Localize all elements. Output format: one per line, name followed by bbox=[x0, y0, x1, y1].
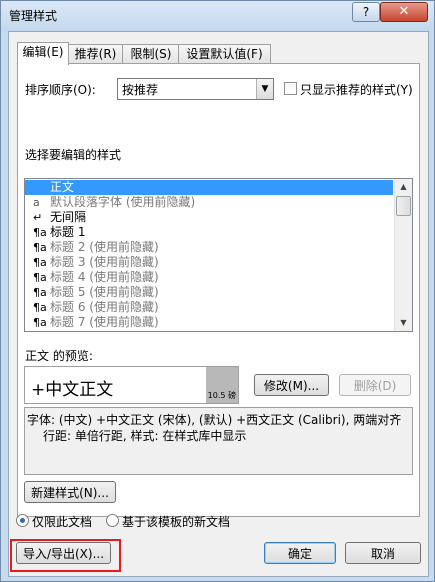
list-item[interactable]: ¶a 标题 6 (使用前隐藏) bbox=[25, 300, 393, 315]
description-line-2: 行距: 单倍行距, 样式: 在样式库中显示 bbox=[43, 429, 247, 443]
list-item[interactable]: a 默认段落字体 (使用前隐藏) bbox=[25, 195, 393, 210]
character-style-icon: a bbox=[33, 196, 40, 209]
close-button[interactable]: ✕ bbox=[380, 2, 428, 22]
paragraph-style-icon: ¶a bbox=[33, 256, 47, 269]
list-item-label: 标题 3 (使用前隐藏) bbox=[50, 255, 159, 269]
style-preview: +中文正文 10.5 磅 bbox=[24, 366, 239, 404]
paragraph-style-icon: ¶a bbox=[33, 301, 47, 314]
title-bar[interactable]: 管理样式 ? ✕ bbox=[1, 1, 434, 31]
scroll-down-icon[interactable]: ▼ bbox=[395, 315, 412, 331]
list-item-label: 标题 5 (使用前隐藏) bbox=[50, 285, 159, 299]
list-item-label: 标题 2 (使用前隐藏) bbox=[50, 240, 159, 254]
cancel-button[interactable]: 取消 bbox=[345, 542, 421, 564]
scroll-up-icon[interactable]: ▲ bbox=[395, 179, 412, 195]
paragraph-style-icon: ¶a bbox=[33, 271, 47, 284]
style-list-label: 选择要编辑的样式 bbox=[25, 148, 122, 162]
tab-recommend[interactable]: 推荐(R) bbox=[67, 44, 124, 64]
only-recommended-checkbox[interactable] bbox=[284, 82, 297, 95]
sort-order-label: 排序顺序(O): bbox=[25, 83, 96, 97]
vertical-scrollbar[interactable]: ▲ ▼ bbox=[394, 179, 412, 331]
list-item[interactable]: ¶a 标题 7 (使用前隐藏) bbox=[25, 315, 393, 330]
description-line-1: 字体: (中文) +中文正文 (宋体), (默认) +西文正文 (Calibri… bbox=[27, 413, 402, 427]
edit-tab-panel: 排序顺序(O): 按推荐 ▼ 只显示推荐的样式(Y) 选择要编辑的样式 正文 a… bbox=[17, 63, 420, 517]
list-item[interactable]: ↵ 无间隔 bbox=[25, 210, 393, 225]
ok-button[interactable]: 确定 bbox=[264, 542, 336, 564]
style-listbox[interactable]: 正文 a 默认段落字体 (使用前隐藏) ↵ 无间隔 ¶a 标题 1 ¶a 标题 … bbox=[24, 178, 413, 332]
sort-order-value: 按推荐 bbox=[122, 83, 159, 97]
list-item[interactable]: ¶a 标题 3 (使用前隐藏) bbox=[25, 255, 393, 270]
list-item-label: 无间隔 bbox=[50, 210, 87, 224]
tab-edit[interactable]: 编辑(E) bbox=[17, 42, 69, 65]
list-item-label: 标题 4 (使用前隐藏) bbox=[50, 270, 159, 284]
tab-restrict[interactable]: 限制(S) bbox=[122, 44, 180, 64]
paragraph-style-icon: ¶a bbox=[33, 316, 47, 329]
help-button[interactable]: ? bbox=[352, 2, 380, 22]
only-recommended-label[interactable]: 只显示推荐的样式(Y) bbox=[300, 81, 413, 98]
paragraph-style-icon: ¶a bbox=[33, 226, 47, 239]
dialog-title: 管理样式 bbox=[9, 9, 58, 23]
preview-font-size: 10.5 磅 bbox=[206, 367, 238, 403]
list-item[interactable]: ¶a 标题 1 bbox=[25, 225, 393, 240]
scope-template-radio[interactable] bbox=[106, 514, 119, 527]
manage-styles-dialog: 管理样式 ? ✕ 编辑(E) 推荐(R) 限制(S) 设置默认值(F) 排序顺序… bbox=[0, 0, 435, 582]
list-item[interactable]: ¶a 标题 5 (使用前隐藏) bbox=[25, 285, 393, 300]
list-item-label: 正文 bbox=[50, 180, 75, 194]
list-item-label: 默认段落字体 (使用前隐藏) bbox=[50, 195, 196, 209]
preview-label: 正文 的预览: bbox=[25, 349, 93, 363]
list-item[interactable]: ¶a 标题 4 (使用前隐藏) bbox=[25, 270, 393, 285]
paragraph-style-icon: ¶a bbox=[33, 286, 47, 299]
list-item-label: 标题 7 (使用前隐藏) bbox=[50, 315, 159, 329]
dialog-body: 编辑(E) 推荐(R) 限制(S) 设置默认值(F) 排序顺序(O): 按推荐 … bbox=[8, 31, 429, 577]
style-description: 字体: (中文) +中文正文 (宋体), (默认) +西文正文 (Calibri… bbox=[24, 407, 413, 475]
modify-button[interactable]: 修改(M)... bbox=[254, 374, 329, 396]
new-style-button[interactable]: 新建样式(N)... bbox=[24, 481, 116, 503]
scope-this-document-label[interactable]: 仅限此文档 bbox=[32, 513, 92, 530]
chevron-down-icon[interactable]: ▼ bbox=[256, 79, 273, 99]
scroll-thumb[interactable] bbox=[396, 196, 411, 216]
linked-style-icon: ↵ bbox=[33, 211, 43, 224]
delete-button[interactable]: 删除(D) bbox=[339, 374, 411, 396]
list-item-label: 标题 1 bbox=[50, 225, 86, 239]
scope-this-document-radio[interactable] bbox=[16, 514, 29, 527]
scope-template-label[interactable]: 基于该模板的新文档 bbox=[122, 513, 230, 530]
paragraph-style-icon: ¶a bbox=[33, 241, 47, 254]
list-item[interactable]: 正文 bbox=[25, 180, 393, 195]
sort-order-select[interactable]: 按推荐 ▼ bbox=[117, 78, 274, 100]
tab-set-defaults[interactable]: 设置默认值(F) bbox=[178, 44, 271, 64]
annotation-highlight-box bbox=[10, 539, 121, 572]
list-item-label: 标题 6 (使用前隐藏) bbox=[50, 300, 159, 314]
list-item[interactable]: ¶a 标题 2 (使用前隐藏) bbox=[25, 240, 393, 255]
preview-sample-text: +中文正文 bbox=[31, 380, 114, 400]
font-size-label: 10.5 磅 bbox=[207, 391, 236, 400]
